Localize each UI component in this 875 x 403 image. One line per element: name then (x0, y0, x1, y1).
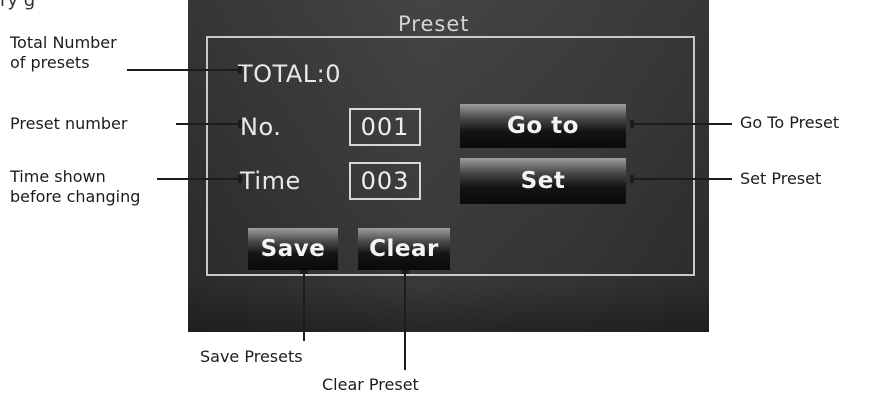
time-field[interactable]: 003 (349, 162, 421, 200)
set-button[interactable]: Set (460, 158, 626, 204)
callout-set-preset: Set Preset (740, 169, 822, 188)
callout-save-presets: Save Presets (200, 347, 303, 366)
preset-number-field[interactable]: 001 (349, 108, 421, 146)
goto-button[interactable]: Go to (460, 104, 626, 148)
callout-total-presets: Total Number of presets (10, 33, 117, 72)
callout-go-to-preset: Go To Preset (740, 113, 840, 132)
callout-clear-preset: Clear Preset (322, 375, 419, 394)
callout-preset-number: Preset number (10, 114, 128, 133)
cropped-caption-fragment: ry g (0, 0, 36, 11)
save-button[interactable]: Save (248, 228, 338, 270)
callout-time-shown: Time shown before changing (10, 167, 141, 206)
total-presets-readout: TOTAL:0 (238, 60, 341, 88)
panel-title: Preset (398, 12, 470, 36)
clear-button[interactable]: Clear (358, 228, 450, 270)
time-label: Time (240, 167, 301, 195)
preset-number-label: No. (240, 113, 282, 141)
preset-screen-photo: Preset TOTAL:0 No. 001 Time 003 Go to Se… (188, 0, 709, 332)
